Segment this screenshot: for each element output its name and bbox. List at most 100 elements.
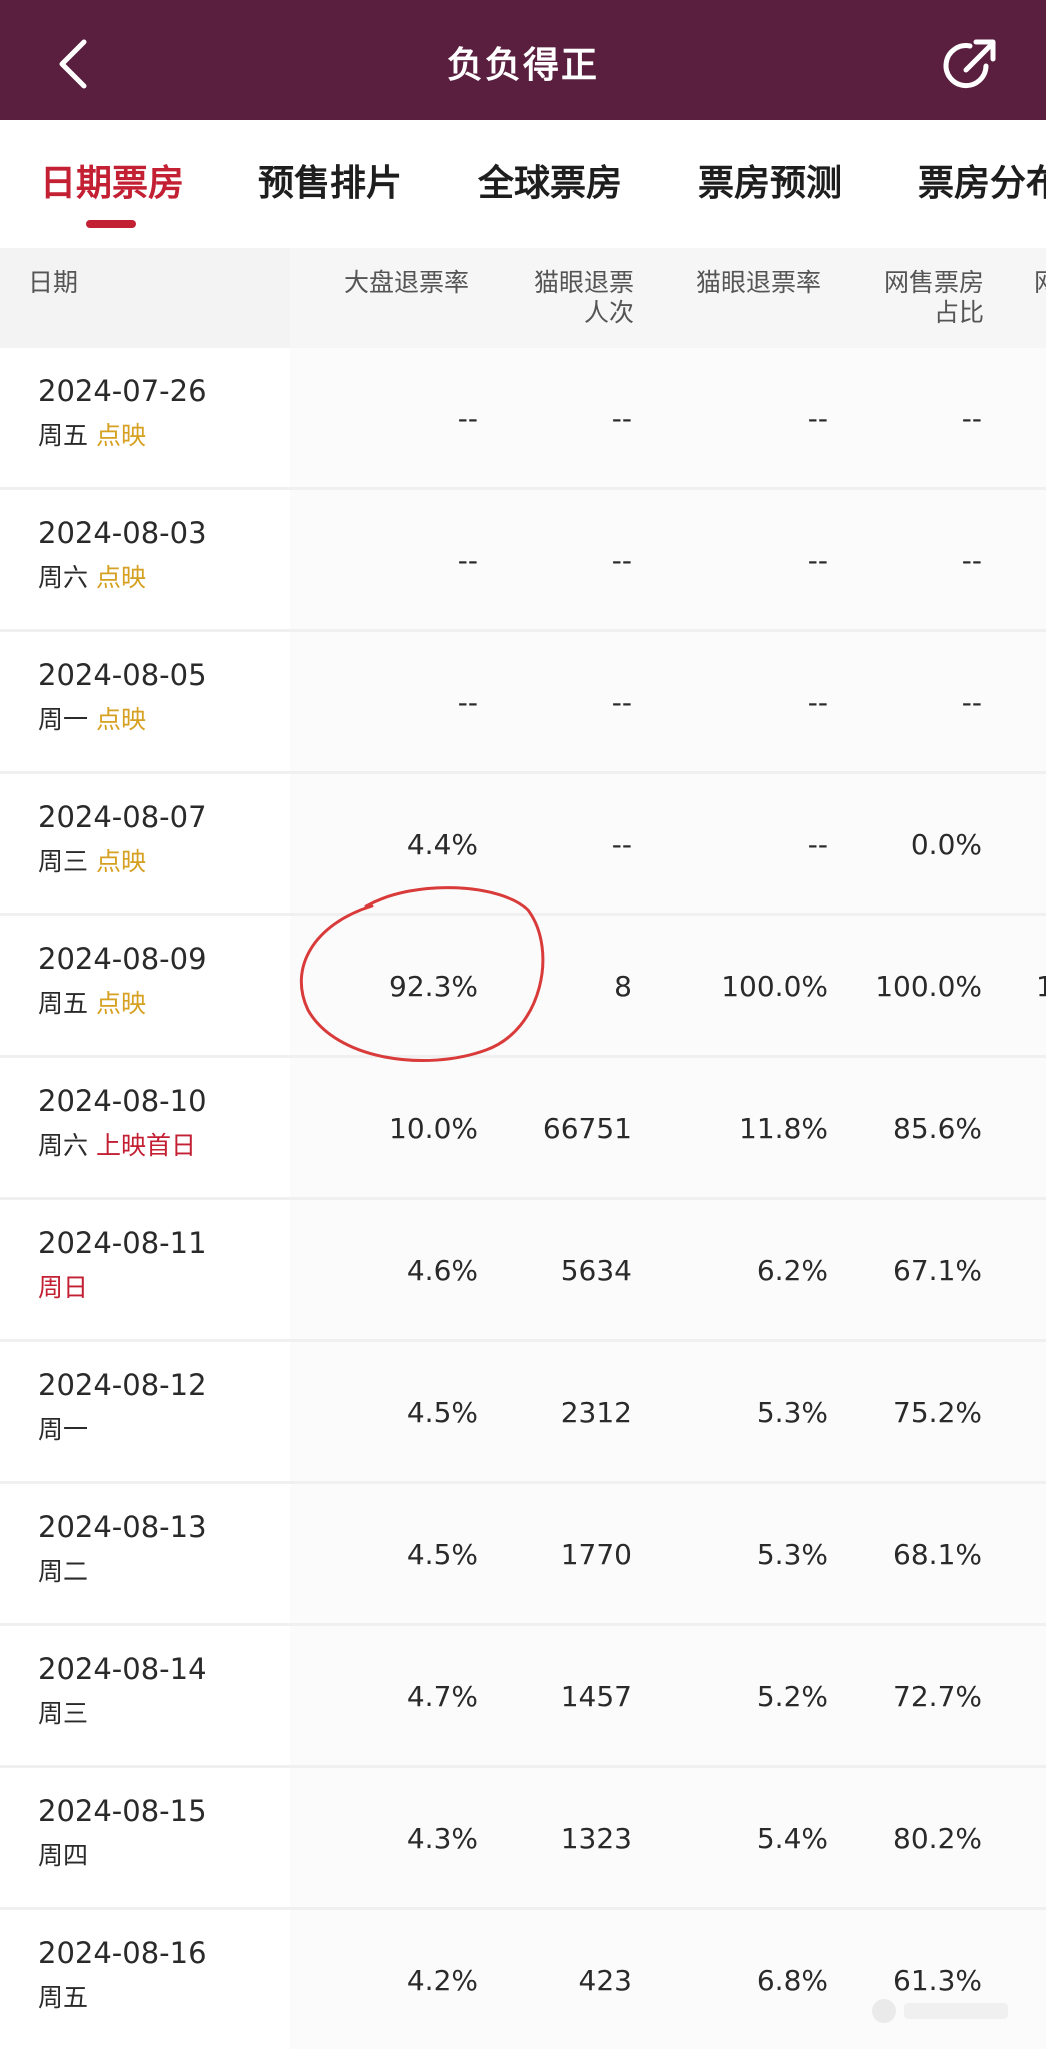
release-tag: 上映首日 — [96, 1131, 197, 1160]
row-date: 2024-08-03 — [38, 516, 207, 550]
maoyan-refund-count-cell: 1770 — [560, 1538, 632, 1571]
box-office-table[interactable]: 日期 大盘退票率 猫眼退票 人次 猫眼退票率 网售票房 占比 网 2024-07… — [0, 248, 1046, 2049]
release-tag: 点映 — [96, 989, 147, 1018]
online-share-cell: 68.1% — [893, 1538, 982, 1571]
tab-box-office-distribution[interactable]: 票房分布 — [918, 154, 1046, 206]
partial-column-cell: 1 — [1036, 970, 1046, 1003]
data-cell-bg — [290, 490, 1046, 632]
market-refund-rate-cell: -- — [457, 686, 478, 719]
release-tag: 点映 — [96, 847, 147, 876]
table-row[interactable]: 2024-07-26 周五 点映 -- -- -- -- — [0, 348, 1046, 490]
row-date: 2024-08-11 — [38, 1226, 207, 1260]
share-button[interactable] — [942, 36, 1000, 94]
maoyan-refund-rate-cell: 5.3% — [756, 1396, 828, 1429]
online-share-cell: 80.2% — [893, 1822, 982, 1855]
weekday-label: 周三 — [38, 847, 89, 876]
release-tag: 点映 — [96, 563, 147, 592]
online-share-cell: 100.0% — [875, 970, 982, 1003]
weekday-label: 周五 — [38, 1983, 89, 2012]
row-weekday: 周三 — [38, 1694, 88, 1730]
table-row[interactable]: 2024-08-13 周二 4.5% 1770 5.3% 68.1% — [0, 1484, 1046, 1626]
online-share-cell: 0.0% — [910, 828, 982, 861]
active-tab-indicator — [86, 220, 136, 228]
maoyan-refund-rate-cell: 6.8% — [756, 1964, 828, 1997]
header-maoyan-refund-count-line1: 猫眼退票 — [533, 268, 634, 297]
data-cell-bg — [290, 348, 1046, 490]
row-weekday: 周四 — [38, 1836, 88, 1872]
watermark-logo — [872, 1999, 1008, 2023]
market-refund-rate-cell: 92.3% — [389, 970, 478, 1003]
maoyan-refund-rate-cell: 5.2% — [756, 1680, 828, 1713]
row-weekday: 周一 — [38, 1410, 88, 1446]
tab-global-box-office[interactable]: 全球票房 — [478, 154, 622, 206]
maoyan-refund-count-cell: 1457 — [560, 1680, 632, 1713]
weekday-label: 周一 — [38, 705, 89, 734]
weekday-label: 周二 — [38, 1557, 89, 1586]
header-online-share-line2: 占比 — [933, 298, 984, 327]
row-date: 2024-07-26 — [38, 374, 207, 408]
weekday-label: 周五 — [38, 421, 89, 450]
header-maoyan-refund-count: 猫眼退票 人次 — [528, 268, 634, 328]
row-date: 2024-08-14 — [38, 1652, 207, 1686]
table-row[interactable]: 2024-08-10 周六 上映首日 10.0% 66751 11.8% 85.6% — [0, 1058, 1046, 1200]
market-refund-rate-cell: -- — [457, 544, 478, 577]
header-online-share: 网售票房 占比 — [876, 268, 984, 328]
table-row[interactable]: 2024-08-09 周五 点映 92.3% 8 100.0% 100.0% 1 — [0, 916, 1046, 1058]
release-tag: 点映 — [96, 421, 147, 450]
market-refund-rate-cell: 10.0% — [389, 1112, 478, 1145]
header-market-refund-rate: 大盘退票率 — [344, 268, 470, 297]
maoyan-refund-count-cell: -- — [611, 828, 632, 861]
maoyan-refund-count-cell: -- — [611, 544, 632, 577]
header-maoyan-refund-count-line2: 人次 — [583, 298, 634, 327]
market-refund-rate-cell: 4.2% — [406, 1964, 478, 1997]
header-date-cell — [0, 248, 290, 348]
table-row[interactable]: 2024-08-07 周三 点映 4.4% -- -- 0.0% — [0, 774, 1046, 916]
row-date: 2024-08-05 — [38, 658, 207, 692]
maoyan-refund-rate-cell: 6.2% — [756, 1254, 828, 1287]
online-share-cell: -- — [961, 544, 982, 577]
maoyan-refund-rate-cell: 5.4% — [756, 1822, 828, 1855]
tab-box-office-forecast[interactable]: 票房预测 — [698, 154, 842, 206]
table-row[interactable]: 2024-08-05 周一 点映 -- -- -- -- — [0, 632, 1046, 774]
table-row[interactable]: 2024-08-12 周一 4.5% 2312 5.3% 75.2% — [0, 1342, 1046, 1484]
table-row[interactable]: 2024-08-15 周四 4.3% 1323 5.4% 80.2% — [0, 1768, 1046, 1910]
table-row[interactable]: 2024-08-14 周三 4.7% 1457 5.2% 72.7% — [0, 1626, 1046, 1768]
online-share-cell: 85.6% — [893, 1112, 982, 1145]
maoyan-refund-count-cell: 2312 — [560, 1396, 632, 1429]
maoyan-refund-rate-cell: 5.3% — [756, 1538, 828, 1571]
market-refund-rate-cell: 4.5% — [406, 1396, 478, 1429]
share-icon — [943, 39, 996, 89]
tab-presale-schedule[interactable]: 预售排片 — [258, 154, 402, 206]
row-weekday: 周三 点映 — [38, 842, 146, 878]
weekday-label: 周五 — [38, 989, 89, 1018]
table-row[interactable]: 2024-08-11 周日 4.6% 5634 6.2% 67.1% — [0, 1200, 1046, 1342]
app-header: 负负得正 — [0, 0, 1046, 120]
online-share-cell: -- — [961, 402, 982, 435]
table-row[interactable]: 2024-08-03 周六 点映 -- -- -- -- — [0, 490, 1046, 632]
maoyan-refund-rate-cell: -- — [807, 828, 828, 861]
tab-daily-box-office[interactable]: 日期票房 — [40, 154, 184, 206]
header-online-share-line1: 网售票房 — [883, 268, 984, 297]
row-date: 2024-08-10 — [38, 1084, 207, 1118]
maoyan-refund-count-cell: 423 — [578, 1964, 632, 1997]
market-refund-rate-cell: -- — [457, 402, 478, 435]
maoyan-refund-rate-cell: 11.8% — [739, 1112, 828, 1145]
header-maoyan-refund-rate: 猫眼退票率 — [696, 268, 822, 297]
online-share-cell: -- — [961, 686, 982, 719]
maoyan-refund-count-cell: -- — [611, 402, 632, 435]
row-date: 2024-08-16 — [38, 1936, 207, 1970]
row-weekday: 周二 — [38, 1552, 88, 1588]
maoyan-refund-rate-cell: -- — [807, 544, 828, 577]
maoyan-refund-rate-cell: 100.0% — [721, 970, 828, 1003]
maoyan-refund-rate-cell: -- — [807, 686, 828, 719]
row-weekday: 周日 — [38, 1268, 88, 1304]
header-col5-partial: 网 — [1034, 268, 1046, 298]
weekday-label: 周日 — [38, 1273, 89, 1302]
release-tag: 点映 — [96, 705, 147, 734]
row-weekday: 周一 点映 — [38, 700, 146, 736]
row-weekday: 周五 点映 — [38, 416, 146, 452]
online-share-cell: 67.1% — [893, 1254, 982, 1287]
weekday-label: 周三 — [38, 1699, 89, 1728]
row-date: 2024-08-09 — [38, 942, 207, 976]
header-date: 日期 — [28, 268, 79, 297]
